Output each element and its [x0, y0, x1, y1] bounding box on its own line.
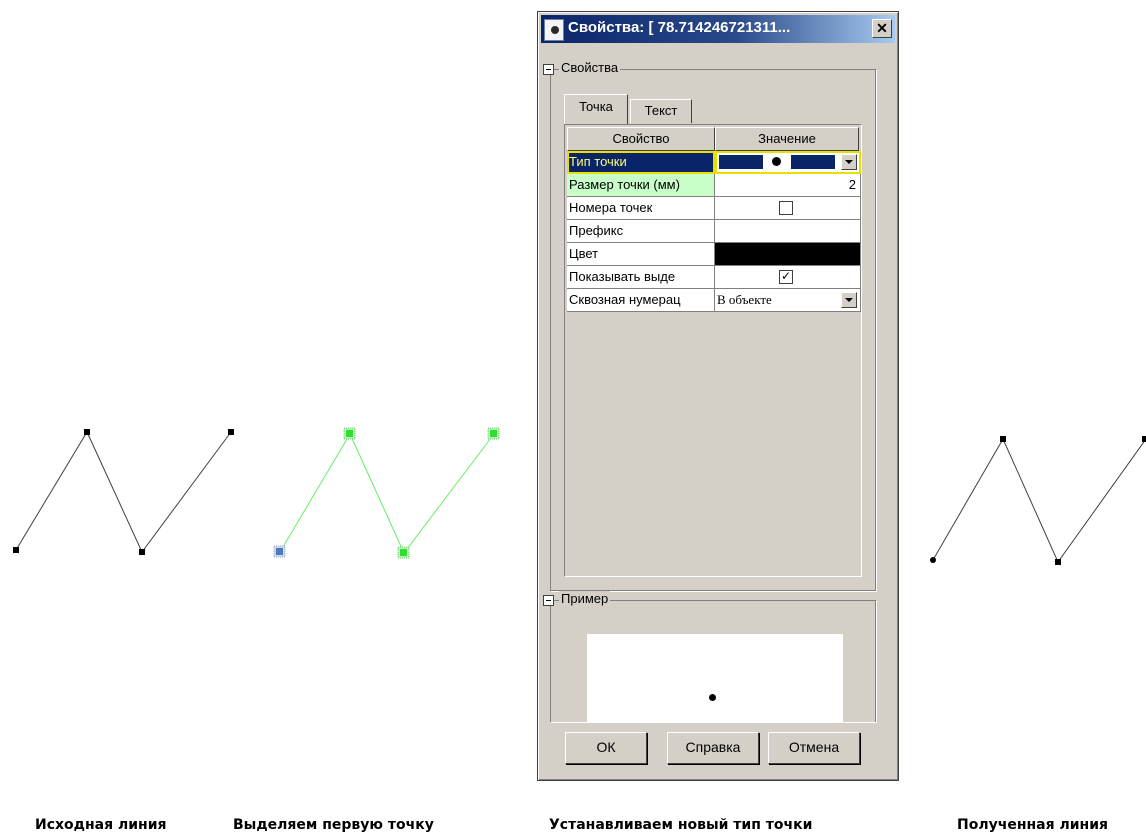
green-vertex-fill — [400, 549, 407, 556]
selected-line-diagram[interactable] — [260, 420, 520, 570]
show-selection-cell: ✓ — [715, 266, 861, 289]
row-name: Тип точки — [567, 151, 715, 174]
tab-text-label: Текст — [644, 103, 678, 118]
dialog-titlebar[interactable]: Свойства: [ 78.714246721311... ✕ — [541, 15, 895, 43]
vertex-marker — [84, 429, 90, 435]
help-button[interactable]: Справка — [667, 732, 759, 764]
ok-button[interactable]: ОК — [565, 732, 647, 764]
example-group-label: Пример — [559, 591, 611, 606]
result-polyline — [932, 437, 1146, 563]
properties-dialog: Свойства: [ 78.714246721311... ✕ Свойств… — [537, 11, 899, 781]
row-name: Номера точек — [567, 197, 715, 220]
cancel-button[interactable]: Отмена — [768, 732, 860, 764]
prefix-value[interactable] — [715, 220, 861, 243]
tab-point[interactable]: Точка — [564, 94, 628, 124]
collapse-properties-icon[interactable] — [543, 64, 554, 75]
vertex-marker — [1055, 559, 1061, 565]
vertex-marker — [1000, 436, 1006, 442]
column-header-value[interactable]: Значение — [715, 127, 859, 151]
row-name: Размер точки (мм) — [567, 174, 715, 197]
row-point-numbers[interactable]: Номера точек — [567, 197, 861, 220]
result-line-diagram — [930, 436, 1146, 565]
row-prefix[interactable]: Префикс — [567, 220, 861, 243]
numbering-combo[interactable]: В объекте — [715, 289, 861, 312]
row-name: Показывать выде — [567, 266, 715, 289]
point-type-swatch-right — [791, 155, 835, 169]
selected-first-vertex-fill — [276, 548, 283, 555]
tab-point-label: Точка — [579, 99, 613, 114]
example-preview — [587, 634, 843, 722]
point-numbers-cell — [715, 197, 861, 220]
selected-polyline[interactable] — [279, 432, 495, 554]
row-point-type[interactable]: Тип точки — [567, 151, 861, 174]
row-name: Сквозная нумерац — [567, 289, 715, 312]
vertex-marker — [1142, 436, 1146, 442]
point-size-value[interactable]: 2 — [715, 174, 861, 197]
property-grid: Свойство Значение Тип точки Размер точки… — [564, 124, 862, 577]
chevron-down-icon[interactable] — [841, 292, 857, 308]
caption-result-line: Полученная линия — [957, 817, 1109, 833]
row-show-selection[interactable]: Показывать выде ✓ — [567, 266, 861, 289]
column-header-property[interactable]: Свойство — [567, 127, 715, 151]
green-vertex-fill — [490, 430, 497, 437]
row-color[interactable]: Цвет — [567, 243, 861, 266]
chevron-down-icon[interactable] — [841, 154, 857, 170]
tab-text[interactable]: Текст — [630, 99, 692, 123]
point-type-combo[interactable] — [715, 151, 861, 174]
round-vertex-marker — [930, 557, 936, 563]
row-name: Префикс — [567, 220, 715, 243]
vertex-marker — [228, 429, 234, 435]
original-polyline — [15, 430, 232, 553]
dialog-title: Свойства: [ 78.714246721311... — [568, 19, 791, 36]
point-type-dot-icon — [772, 157, 781, 166]
color-swatch[interactable] — [715, 243, 861, 266]
row-point-size[interactable]: Размер точки (мм) 2 — [567, 174, 861, 197]
dialog-app-icon — [544, 19, 564, 41]
original-line-diagram — [13, 429, 234, 555]
caption-set-type: Устанавливаем новый тип точки — [549, 817, 813, 833]
collapse-example-icon[interactable] — [543, 595, 554, 606]
row-name: Цвет — [567, 243, 715, 266]
caption-select-point: Выделяем первую точку — [233, 817, 434, 833]
row-numbering[interactable]: Сквозная нумерац В объекте — [567, 289, 861, 312]
numbering-value: В объекте — [717, 292, 772, 307]
show-selection-checkbox[interactable]: ✓ — [779, 270, 793, 284]
close-icon[interactable]: ✕ — [872, 19, 892, 38]
point-numbers-checkbox[interactable] — [779, 201, 793, 215]
vertex-marker — [13, 547, 19, 553]
example-point-icon — [709, 694, 716, 701]
green-vertex-fill — [346, 430, 353, 437]
caption-original-line: Исходная линия — [35, 817, 167, 833]
properties-group-label: Свойства — [559, 60, 621, 75]
point-type-swatch-left — [719, 155, 763, 169]
vertex-marker — [139, 549, 145, 555]
